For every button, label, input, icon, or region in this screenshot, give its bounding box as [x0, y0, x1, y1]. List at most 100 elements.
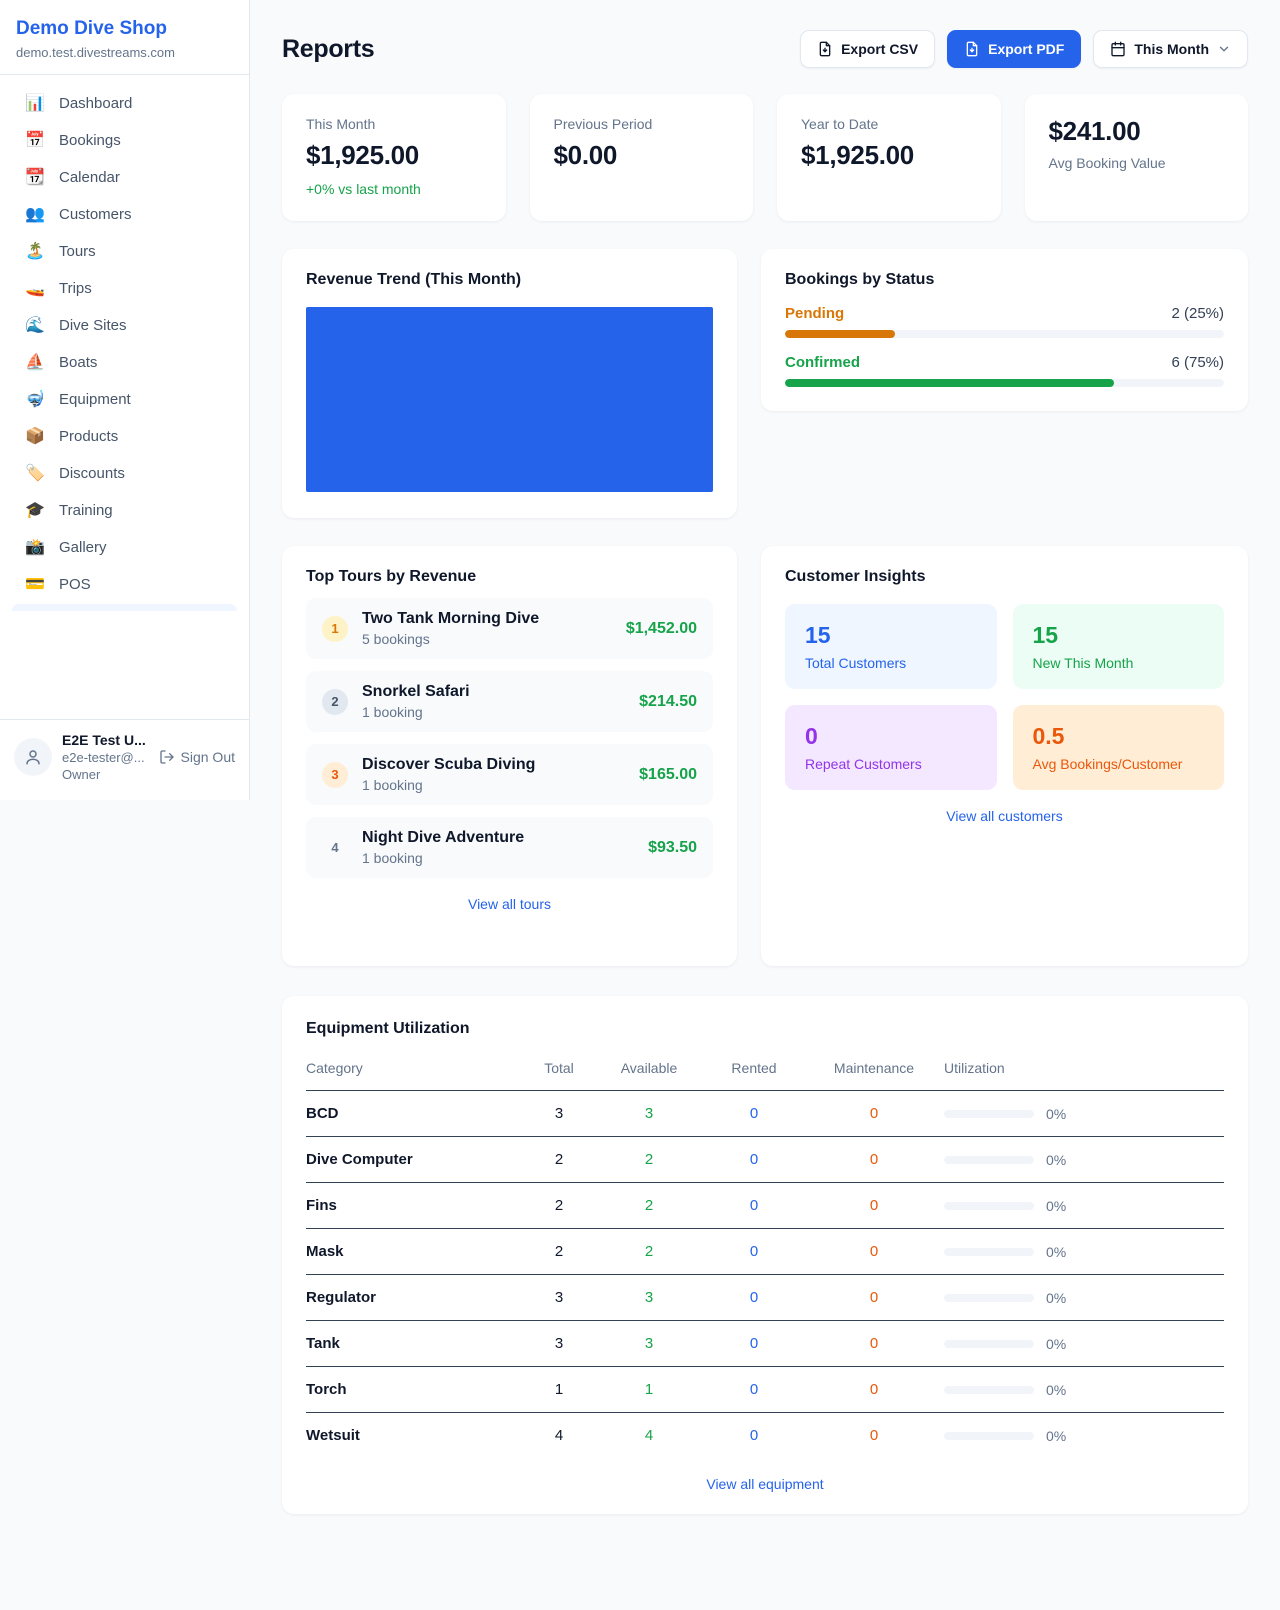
utilization-percent: 0% — [1046, 1336, 1066, 1352]
sidebar: Demo Dive Shop demo.test.divestreams.com… — [0, 0, 250, 800]
cell-available: 2 — [594, 1243, 704, 1260]
sidebar-item-trips[interactable]: 🚤 Trips — [10, 270, 239, 307]
stats-row: This Month $1,925.00 +0% vs last month P… — [282, 94, 1248, 221]
sidebar-item-gallery[interactable]: 📸 Gallery — [10, 529, 239, 566]
rank-badge: 2 — [322, 689, 348, 715]
sidebar-item-boats[interactable]: ⛵ Boats — [10, 344, 239, 381]
page-header: Reports Export CSV Export PDF — [282, 30, 1248, 68]
sidebar-item-label: Tours — [59, 243, 96, 260]
equipment-icon: 🤿 — [24, 392, 46, 408]
sidebar-item-label: Equipment — [59, 391, 131, 408]
sidebar-item-calendar[interactable]: 📆 Calendar — [10, 159, 239, 196]
table-body: BCD 3 3 0 0 0% Dive Computer 2 2 0 0 0% … — [306, 1091, 1224, 1458]
trips-icon: 🚤 — [24, 281, 46, 297]
export-csv-button[interactable]: Export CSV — [800, 30, 935, 68]
utilization-percent: 0% — [1046, 1198, 1066, 1214]
sidebar-item-reports-partial[interactable] — [12, 604, 237, 611]
cell-utilization: 0% — [944, 1290, 1224, 1306]
cell-total: 3 — [524, 1105, 594, 1122]
tile-label: Repeat Customers — [805, 756, 977, 772]
cell-utilization: 0% — [944, 1198, 1224, 1214]
cell-rented: 0 — [704, 1427, 804, 1444]
view-all-equipment-link[interactable]: View all equipment — [706, 1476, 823, 1492]
view-all-customers-link[interactable]: View all customers — [946, 808, 1062, 824]
dashboard-icon: 📊 — [24, 96, 46, 112]
user-icon — [24, 748, 42, 766]
cell-total: 1 — [524, 1381, 594, 1398]
user-role: Owner — [62, 767, 149, 782]
cell-maintenance: 0 — [804, 1289, 944, 1306]
sidebar-item-equipment[interactable]: 🤿 Equipment — [10, 381, 239, 418]
training-icon: 🎓 — [24, 503, 46, 519]
user-name: E2E Test U... — [62, 732, 149, 748]
export-pdf-button[interactable]: Export PDF — [947, 30, 1081, 68]
chevron-down-icon — [1217, 42, 1231, 56]
utilization-track — [944, 1386, 1034, 1394]
export-pdf-label: Export PDF — [988, 41, 1064, 57]
cell-utilization: 0% — [944, 1152, 1224, 1168]
customer-insights-title: Customer Insights — [785, 568, 1224, 586]
cell-maintenance: 0 — [804, 1335, 944, 1352]
column-header-total: Total — [524, 1060, 594, 1076]
user-panel: E2E Test U... e2e-tester@... Owner Sign … — [0, 719, 249, 800]
cell-maintenance: 0 — [804, 1197, 944, 1214]
tile-avg-bookings: 0.5 Avg Bookings/Customer — [1013, 705, 1225, 790]
table-row: BCD 3 3 0 0 0% — [306, 1091, 1224, 1137]
cell-rented: 0 — [704, 1243, 804, 1260]
stat-change: +0% vs last month — [306, 181, 482, 197]
tour-revenue: $165.00 — [639, 766, 697, 784]
utilization-percent: 0% — [1046, 1382, 1066, 1398]
tour-list-item: 4 Night Dive Adventure 1 booking $93.50 — [306, 817, 713, 878]
avatar — [14, 738, 52, 776]
table-row: Torch 1 1 0 0 0% — [306, 1367, 1224, 1413]
sidebar-item-pos[interactable]: 💳 POS — [10, 566, 239, 603]
cell-category: Wetsuit — [306, 1427, 524, 1444]
tour-name: Two Tank Morning Dive — [362, 610, 612, 628]
tile-label: Avg Bookings/Customer — [1033, 756, 1205, 772]
sidebar-item-customers[interactable]: 👥 Customers — [10, 196, 239, 233]
period-dropdown[interactable]: This Month — [1093, 30, 1248, 68]
sidebar-item-dive-sites[interactable]: 🌊 Dive Sites — [10, 307, 239, 344]
sidebar-item-label: Discounts — [59, 465, 125, 482]
header-actions: Export CSV Export PDF This Month — [800, 30, 1248, 68]
cell-category: Fins — [306, 1197, 524, 1214]
cell-utilization: 0% — [944, 1336, 1224, 1352]
sidebar-item-dashboard[interactable]: 📊 Dashboard — [10, 85, 239, 122]
view-all-tours-link[interactable]: View all tours — [468, 896, 551, 912]
table-row: Wetsuit 4 4 0 0 0% — [306, 1413, 1224, 1458]
revenue-trend-chart — [306, 307, 713, 492]
stat-card-year-to-date: Year to Date $1,925.00 — [777, 94, 1001, 221]
table-row: Fins 2 2 0 0 0% — [306, 1183, 1224, 1229]
cell-maintenance: 0 — [804, 1105, 944, 1122]
sidebar-item-products[interactable]: 📦 Products — [10, 418, 239, 455]
tour-name: Night Dive Adventure — [362, 829, 634, 847]
top-tours-title: Top Tours by Revenue — [306, 568, 713, 586]
stat-card-avg-booking-value: $241.00 Avg Booking Value — [1025, 94, 1249, 221]
column-header-category: Category — [306, 1060, 524, 1076]
sidebar-item-discounts[interactable]: 🏷️ Discounts — [10, 455, 239, 492]
cell-available: 3 — [594, 1105, 704, 1122]
bookings-icon: 📅 — [24, 133, 46, 149]
status-row-confirmed: Confirmed 6 (75%) — [785, 354, 1224, 387]
table-row: Regulator 3 3 0 0 0% — [306, 1275, 1224, 1321]
tour-list-item: 2 Snorkel Safari 1 booking $214.50 — [306, 671, 713, 732]
sidebar-item-label: Products — [59, 428, 118, 445]
sidebar-item-training[interactable]: 🎓 Training — [10, 492, 239, 529]
file-download-icon — [964, 41, 980, 57]
charts-row: Revenue Trend (This Month) Bookings by S… — [282, 249, 1248, 518]
sign-out-button[interactable]: Sign Out — [159, 749, 235, 765]
cell-category: BCD — [306, 1105, 524, 1122]
table-row: Dive Computer 2 2 0 0 0% — [306, 1137, 1224, 1183]
cell-total: 2 — [524, 1243, 594, 1260]
cell-maintenance: 0 — [804, 1427, 944, 1444]
sidebar-item-bookings[interactable]: 📅 Bookings — [10, 122, 239, 159]
status-count: 2 (25%) — [1171, 305, 1224, 322]
tour-revenue: $93.50 — [648, 839, 697, 857]
file-download-icon — [817, 41, 833, 57]
utilization-percent: 0% — [1046, 1290, 1066, 1306]
column-header-available: Available — [594, 1060, 704, 1076]
sign-out-label: Sign Out — [181, 749, 235, 765]
sidebar-item-label: Bookings — [59, 132, 121, 149]
sidebar-item-tours[interactable]: 🏝️ Tours — [10, 233, 239, 270]
cell-rented: 0 — [704, 1335, 804, 1352]
